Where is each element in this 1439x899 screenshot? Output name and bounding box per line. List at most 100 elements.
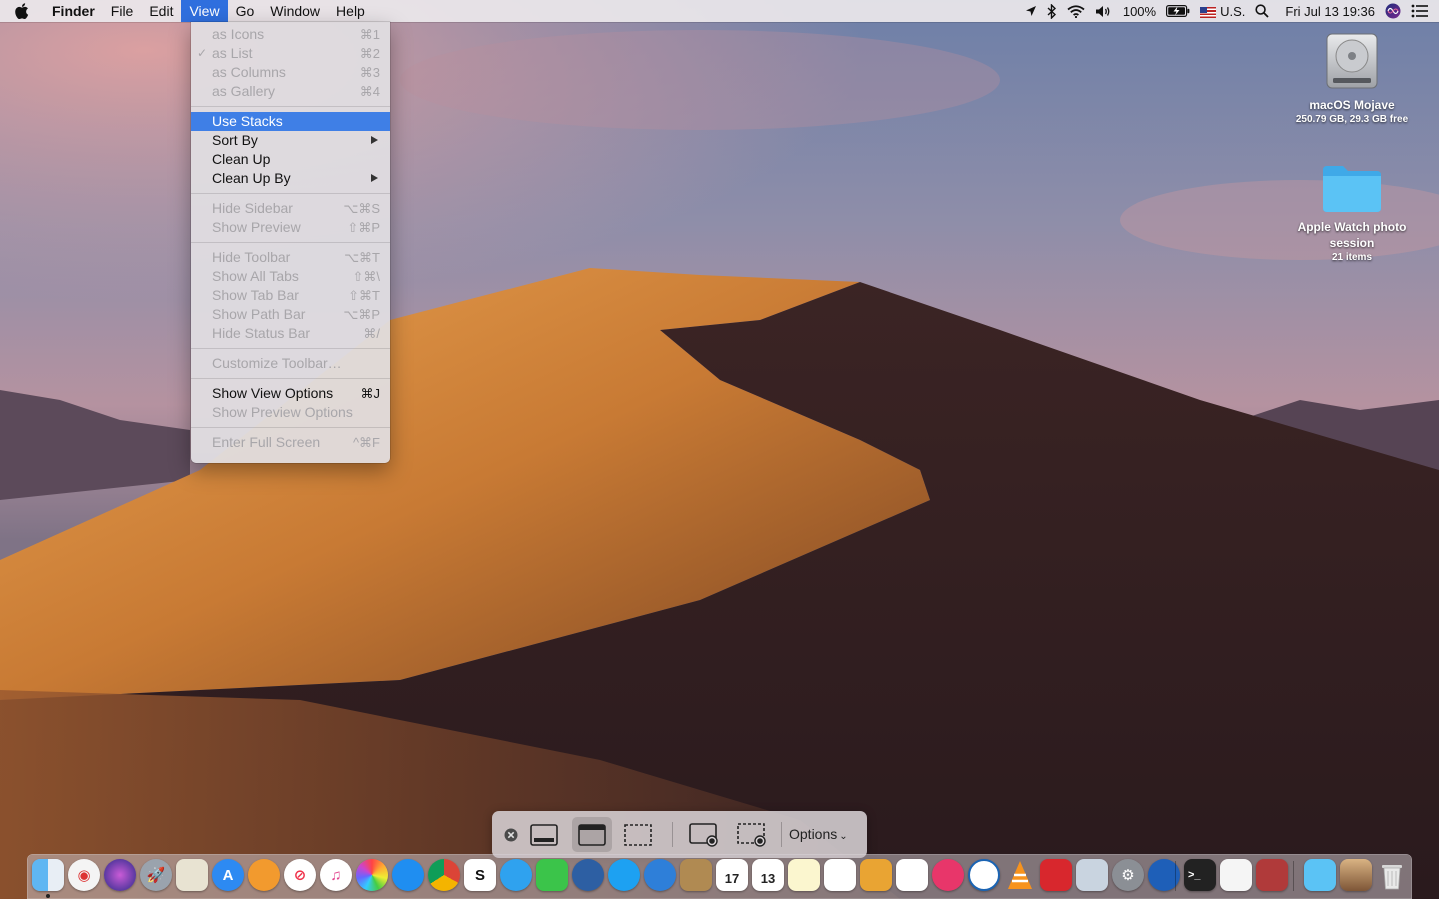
menu-item-as-gallery[interactable]: as Gallery ⌘4	[191, 82, 390, 101]
menu-app-finder[interactable]: Finder	[44, 0, 103, 22]
fenix-icon[interactable]	[1040, 859, 1072, 891]
bluetooth-icon[interactable]	[1047, 0, 1057, 22]
menu-item-as-list[interactable]: ✓ as List ⌘2	[191, 44, 390, 63]
menu-item-show-view-options[interactable]: Show View Options ⌘J	[191, 384, 390, 403]
safari-icon[interactable]	[392, 859, 424, 891]
menu-item-show-preview[interactable]: Show Preview ⇧⌘P	[191, 218, 390, 237]
capture-entire-screen-button[interactable]	[524, 817, 564, 852]
spotlight-search-icon[interactable]	[1255, 0, 1270, 22]
menu-item-clean-up[interactable]: Clean Up	[191, 150, 390, 169]
record-screen-icon	[689, 822, 718, 847]
menu-item-customize-toolbar[interactable]: Customize Toolbar…	[191, 354, 390, 373]
desktop-folder-apple-watch[interactable]: Apple Watch photo session 21 items	[1282, 162, 1422, 265]
menubar-clock[interactable]: Fri Jul 13 19:36	[1285, 4, 1375, 19]
folder-icon	[1323, 166, 1381, 212]
menu-item-clean-up-by[interactable]: Clean Up By	[191, 169, 390, 188]
menu-item-show-tab-bar[interactable]: Show Tab Bar ⇧⌘T	[191, 286, 390, 305]
1password-icon[interactable]	[968, 859, 1000, 891]
folder-name: Apple Watch photo session	[1297, 220, 1407, 250]
desktop-drive-macos-mojave[interactable]: macOS Mojave 250.79 GB, 29.3 GB free	[1282, 30, 1422, 127]
apple-menu[interactable]	[0, 0, 44, 22]
menu-item-enter-full-screen[interactable]: Enter Full Screen ^⌘F	[191, 433, 390, 452]
wifi-icon[interactable]	[1067, 0, 1085, 22]
menu-item-hide-sidebar[interactable]: Hide Sidebar ⌥⌘S	[191, 199, 390, 218]
menu-item-shortcut: ⌘1	[359, 27, 380, 42]
menu-item-label: Show All Tabs	[212, 268, 299, 284]
textedit-icon[interactable]	[1220, 859, 1252, 891]
terminal-icon[interactable]: >_	[1184, 859, 1216, 891]
twitter-icon[interactable]	[608, 859, 640, 891]
preview-icon[interactable]	[860, 859, 892, 891]
menu-view[interactable]: View	[181, 0, 228, 22]
image-capture-icon[interactable]	[1076, 859, 1108, 891]
menu-item-shortcut: ⌘2	[359, 46, 380, 61]
trash-icon[interactable]	[1376, 859, 1408, 891]
capture-window-button[interactable]	[572, 817, 612, 852]
menu-item-hide-status-bar[interactable]: Hide Status Bar ⌘/	[191, 324, 390, 343]
siri-icon[interactable]	[1385, 0, 1401, 22]
testflight-icon[interactable]	[644, 859, 676, 891]
books-icon[interactable]	[248, 859, 280, 891]
messages-icon[interactable]	[500, 859, 532, 891]
reminders-icon[interactable]	[824, 859, 856, 891]
menu-file[interactable]: File	[103, 0, 142, 22]
finder-icon[interactable]	[32, 859, 64, 891]
menu-help[interactable]: Help	[328, 0, 373, 22]
photo-mosaic-icon[interactable]	[1256, 859, 1288, 891]
dock-separator	[1293, 861, 1294, 891]
photo-booth-icon[interactable]: ◉	[68, 859, 100, 891]
menu-item-show-preview-options[interactable]: Show Preview Options	[191, 403, 390, 422]
app-store-icon[interactable]: A	[212, 859, 244, 891]
input-source[interactable]: U.S.	[1200, 4, 1245, 19]
battery-charging-icon[interactable]	[1166, 0, 1190, 22]
menu-item-hide-toolbar[interactable]: Hide Toolbar ⌥⌘T	[191, 248, 390, 267]
fantastical-icon[interactable]: 13	[752, 859, 784, 891]
notes-icon[interactable]	[788, 859, 820, 891]
record-entire-screen-button[interactable]	[684, 817, 724, 852]
menu-item-show-all-tabs[interactable]: Show All Tabs ⇧⌘\	[191, 267, 390, 286]
record-selection-icon	[737, 822, 766, 847]
notification-center-icon[interactable]	[1411, 0, 1429, 22]
dock: ◉ 🚀 A ⊘ ♫ S 17 13 ⚙ >_	[27, 854, 1412, 899]
maps-icon[interactable]	[176, 859, 208, 891]
menu-item-as-icons[interactable]: as Icons ⌘1	[191, 25, 390, 44]
calendar-icon[interactable]: 17	[716, 859, 748, 891]
volume-icon[interactable]	[1095, 0, 1113, 22]
siri-app-icon[interactable]	[104, 859, 136, 891]
toolbar-divider	[781, 822, 782, 847]
tweetbot-icon[interactable]	[572, 859, 604, 891]
airmail-icon[interactable]	[932, 859, 964, 891]
pixelmator-icon[interactable]	[896, 859, 928, 891]
record-selection-button[interactable]	[732, 817, 772, 852]
contacts-icon[interactable]	[680, 859, 712, 891]
menu-separator	[191, 378, 390, 379]
photos-icon[interactable]	[356, 859, 388, 891]
itunes-icon[interactable]: ♫	[320, 859, 352, 891]
menu-item-use-stacks[interactable]: Use Stacks	[191, 112, 390, 131]
screenshot-close-button[interactable]	[500, 817, 522, 852]
news-icon[interactable]: ⊘	[284, 859, 316, 891]
downloads-folder-icon[interactable]	[1304, 859, 1336, 891]
menu-window[interactable]: Window	[262, 0, 328, 22]
menu-go[interactable]: Go	[228, 0, 263, 22]
system-preferences-icon[interactable]: ⚙	[1112, 859, 1144, 891]
launchpad-icon[interactable]: 🚀	[140, 859, 172, 891]
menu-separator	[191, 348, 390, 349]
menu-item-label: as List	[212, 45, 253, 61]
desktop-stack-icon[interactable]	[1340, 859, 1372, 891]
dock-separator	[1175, 861, 1176, 891]
menu-item-sort-by[interactable]: Sort By	[191, 131, 390, 150]
battery-percent[interactable]: 100%	[1123, 4, 1156, 19]
skitch-icon[interactable]: S	[464, 859, 496, 891]
menu-item-as-columns[interactable]: as Columns ⌘3	[191, 63, 390, 82]
menu-item-show-path-bar[interactable]: Show Path Bar ⌥⌘P	[191, 305, 390, 324]
capture-selection-button[interactable]	[618, 817, 658, 852]
facetime-icon[interactable]	[536, 859, 568, 891]
menu-item-shortcut: ⇧⌘\	[352, 269, 380, 284]
menu-item-shortcut: ⇧⌘P	[347, 220, 380, 235]
chrome-icon[interactable]	[428, 859, 460, 891]
screenshot-options-button[interactable]: Options ⌄	[789, 811, 848, 858]
vlc-icon[interactable]	[1004, 859, 1036, 891]
location-arrow-icon[interactable]	[1025, 0, 1037, 22]
menu-edit[interactable]: Edit	[141, 0, 181, 22]
